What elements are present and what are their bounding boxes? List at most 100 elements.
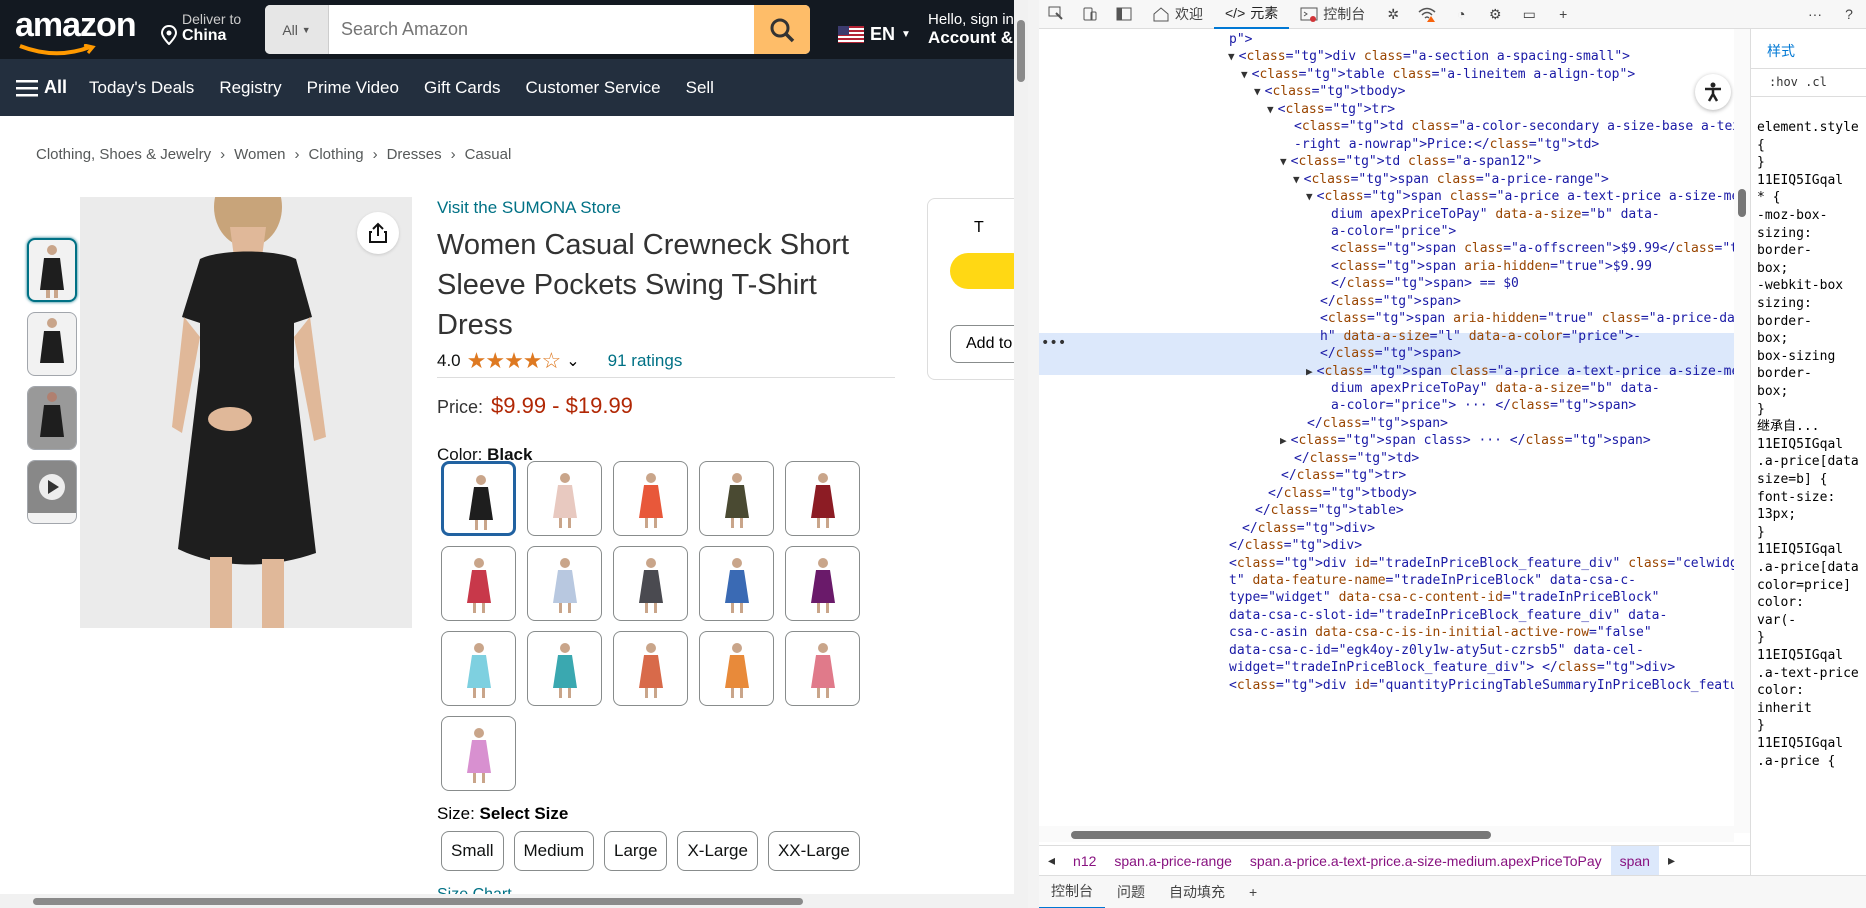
style-rule-line[interactable]: -moz-box- xyxy=(1757,207,1827,224)
amazon-logo[interactable]: amazon xyxy=(15,6,137,45)
drawer-tab-autofill[interactable]: 自动填充 xyxy=(1157,876,1237,908)
expand-toggle-icon[interactable]: ▼ xyxy=(1241,65,1248,85)
dom-crumb-selected[interactable]: span xyxy=(1610,845,1659,876)
drawer-tab-console[interactable]: 控制台 xyxy=(1039,876,1105,908)
style-rule-line[interactable]: size=b] { xyxy=(1757,471,1827,488)
main-product-image[interactable] xyxy=(80,197,412,628)
style-rule-line[interactable]: 11EIQ5IGqal xyxy=(1757,735,1843,752)
elements-vertical-scrollbar[interactable] xyxy=(1734,29,1750,833)
style-rule-line[interactable]: * { xyxy=(1757,189,1780,206)
color-swatch[interactable] xyxy=(613,461,688,536)
dom-crumb[interactable]: span.a-price.a-text-price.a-size-medium.… xyxy=(1241,846,1611,876)
style-rule-line[interactable]: font-size: xyxy=(1757,489,1835,506)
dock-icon[interactable] xyxy=(1107,0,1141,29)
add-tab-icon[interactable]: + xyxy=(1546,0,1580,29)
thumbnail-3[interactable] xyxy=(27,386,77,450)
help-icon[interactable]: ? xyxy=(1832,0,1866,29)
style-rule-line[interactable]: var(- xyxy=(1757,612,1796,629)
color-swatch[interactable] xyxy=(613,546,688,621)
expand-toggle-icon[interactable]: ▼ xyxy=(1228,47,1235,67)
style-rule-line[interactable]: 11EIQ5IGqal xyxy=(1757,541,1843,558)
network-wifi-icon[interactable] xyxy=(1410,0,1444,29)
style-rule-line[interactable]: 11EIQ5IGqal xyxy=(1757,436,1843,453)
thumbnail-2[interactable] xyxy=(27,312,77,376)
style-rule-line[interactable]: 11EIQ5IGqal xyxy=(1757,172,1843,189)
drawer-tab-issues[interactable]: 问题 xyxy=(1105,876,1157,908)
color-swatch[interactable] xyxy=(441,461,516,536)
deliver-to[interactable]: Deliver to China xyxy=(160,11,241,45)
color-swatch[interactable] xyxy=(527,546,602,621)
style-rule-line[interactable]: inherit xyxy=(1757,700,1812,717)
bug-icon[interactable]: ✲ xyxy=(1376,0,1410,29)
tab-welcome[interactable]: 欢迎 xyxy=(1141,0,1214,29)
device-emulation-icon[interactable] xyxy=(1073,0,1107,29)
panel-separator[interactable] xyxy=(1028,0,1039,908)
breadcrumb-item[interactable]: Dresses xyxy=(387,146,442,163)
style-rule-line[interactable]: .a-price[data xyxy=(1757,453,1859,470)
add-to-list-button[interactable]: Add to xyxy=(950,325,1014,363)
search-category-select[interactable]: All ▼ xyxy=(265,5,329,54)
style-rule-line[interactable]: box; xyxy=(1757,260,1788,277)
language-selector[interactable]: EN ▼ xyxy=(838,24,911,45)
nav-gift-cards[interactable]: Gift Cards xyxy=(424,78,501,98)
scroll-right-icon[interactable]: ▸ xyxy=(1659,846,1684,876)
style-rule-line[interactable]: 11EIQ5IGqal xyxy=(1757,647,1843,664)
account-menu[interactable]: Hello, sign in Account & Lists xyxy=(928,11,1014,48)
color-swatch[interactable] xyxy=(785,461,860,536)
style-rule-line[interactable]: element.style xyxy=(1757,119,1859,136)
style-rule-line[interactable]: box-sizing xyxy=(1757,348,1835,365)
size-small-button[interactable]: Small xyxy=(441,831,504,871)
search-input[interactable] xyxy=(329,5,754,54)
style-rule-line[interactable]: box; xyxy=(1757,330,1788,347)
thumbnail-1[interactable] xyxy=(27,238,77,302)
scrollbar-thumb[interactable] xyxy=(1071,831,1491,839)
color-swatch[interactable] xyxy=(699,461,774,536)
application-icon[interactable]: ▭ xyxy=(1512,0,1546,29)
style-rule-line[interactable]: border- xyxy=(1757,313,1812,330)
style-rule-line[interactable]: .a-price[data xyxy=(1757,559,1859,576)
expand-toggle-icon[interactable]: ▶ xyxy=(1306,362,1313,382)
expand-toggle-icon[interactable]: ▶ xyxy=(1280,431,1287,451)
elements-horizontal-scrollbar[interactable] xyxy=(1039,826,1734,842)
color-swatch[interactable] xyxy=(785,546,860,621)
style-rule-line[interactable]: } xyxy=(1757,154,1765,171)
style-rule-line[interactable]: box; xyxy=(1757,383,1788,400)
color-swatch[interactable] xyxy=(441,631,516,706)
color-swatch[interactable] xyxy=(699,631,774,706)
size-medium-button[interactable]: Medium xyxy=(513,831,594,871)
dom-crumb[interactable]: n12 xyxy=(1064,846,1105,876)
node-actions-icon[interactable]: ••• xyxy=(1041,335,1066,351)
code-line[interactable]: <class="tg">div id="quantityPricingTable… xyxy=(1229,676,1734,697)
inspect-icon[interactable] xyxy=(1039,0,1073,29)
star-rating-icon[interactable]: ★★★★☆ xyxy=(467,348,562,374)
expand-toggle-icon[interactable]: ▼ xyxy=(1267,100,1274,120)
scroll-left-icon[interactable]: ◂ xyxy=(1039,846,1064,876)
style-rule-line[interactable]: .a-price { xyxy=(1757,753,1835,770)
color-swatch[interactable] xyxy=(699,546,774,621)
scrollbar-thumb[interactable] xyxy=(33,898,803,905)
expand-toggle-icon[interactable]: ▼ xyxy=(1306,187,1313,207)
style-rule-line[interactable]: sizing: xyxy=(1757,295,1812,312)
expand-toggle-icon[interactable]: ▼ xyxy=(1280,152,1287,172)
breadcrumb-item[interactable]: Clothing, Shoes & Jewelry xyxy=(36,146,211,163)
style-rule-line[interactable]: color: xyxy=(1757,594,1804,611)
color-swatch[interactable] xyxy=(441,546,516,621)
style-rule-line[interactable]: } xyxy=(1757,524,1765,541)
style-rule-line[interactable]: color: xyxy=(1757,682,1804,699)
settings-gear-icon[interactable]: ⚙ xyxy=(1478,0,1512,29)
breadcrumb-item[interactable]: Casual xyxy=(465,146,512,163)
nav-sell[interactable]: Sell xyxy=(686,78,714,98)
color-swatch[interactable] xyxy=(613,631,688,706)
style-rule-line[interactable]: border- xyxy=(1757,365,1812,382)
tab-console[interactable]: 控制台 xyxy=(1289,0,1376,29)
nav-prime-video[interactable]: Prime Video xyxy=(307,78,399,98)
search-button[interactable] xyxy=(754,5,810,54)
style-rule-line[interactable]: } xyxy=(1757,717,1765,734)
page-vertical-scrollbar[interactable] xyxy=(1014,0,1028,908)
scrollbar-thumb[interactable] xyxy=(1017,20,1025,82)
more-options-icon[interactable]: ··· xyxy=(1798,0,1832,29)
style-rule-line[interactable]: color=price] xyxy=(1757,577,1851,594)
buybox-yellow-button[interactable] xyxy=(950,253,1014,289)
color-swatch[interactable] xyxy=(441,716,516,791)
all-menu-button[interactable]: All xyxy=(16,77,67,98)
